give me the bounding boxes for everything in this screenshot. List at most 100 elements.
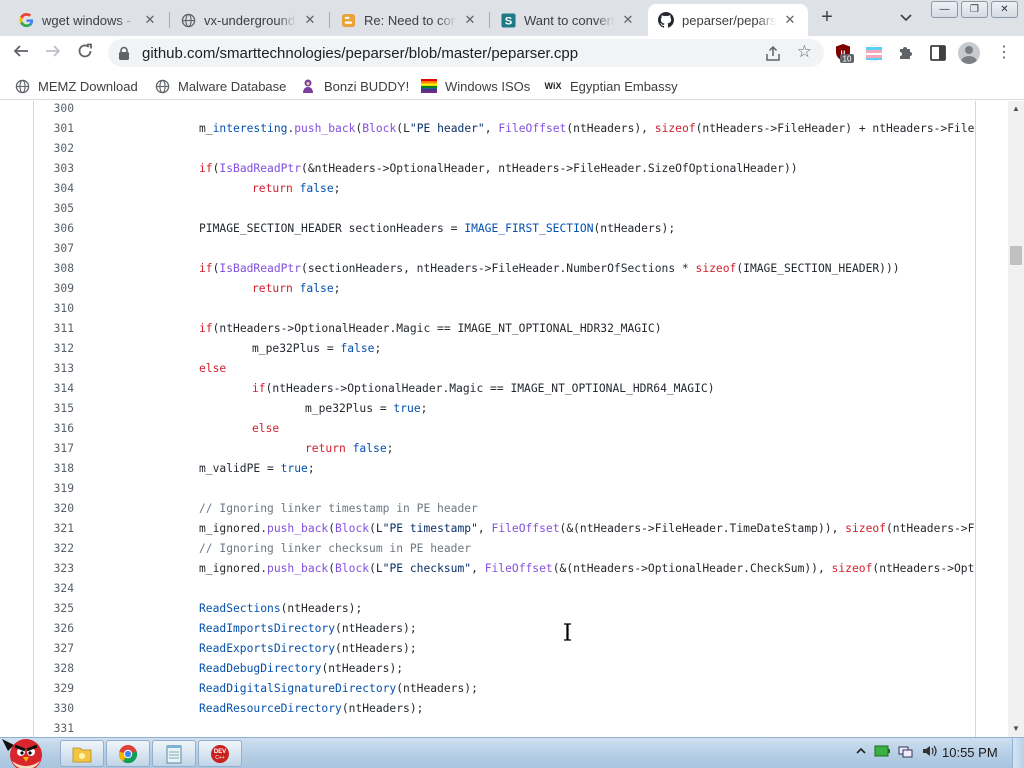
bookmark-egyptian-embassy[interactable]: WiX Egyptian Embassy xyxy=(544,77,678,95)
bookmark-malware-database[interactable]: Malware Database xyxy=(154,77,286,95)
line-number[interactable]: 304 xyxy=(34,179,74,199)
line-number[interactable]: 306 xyxy=(34,219,74,239)
bookmark-label: Egyptian Embassy xyxy=(570,78,678,94)
tab-vx-underground[interactable]: vx-underground ✕ xyxy=(170,4,328,36)
pride-extension-icon[interactable] xyxy=(864,43,884,63)
line-number[interactable]: 313 xyxy=(34,359,74,379)
tab-wget[interactable]: wget windows - ✕ xyxy=(8,4,168,36)
line-number[interactable]: 302 xyxy=(34,139,74,159)
ublock-extension-icon[interactable]: u 10 xyxy=(834,43,854,64)
line-number[interactable]: 323 xyxy=(34,559,74,579)
code-token: else xyxy=(252,422,280,435)
bookmark-windows-isos[interactable]: Windows ISOs xyxy=(421,77,530,95)
line-number[interactable]: 308 xyxy=(34,259,74,279)
scroll-down-arrow-icon[interactable]: ▼ xyxy=(1012,725,1020,733)
line-number[interactable]: 307 xyxy=(34,239,74,259)
tab-peparser[interactable]: peparser/pepars ✕ xyxy=(648,4,808,36)
volume-icon[interactable] xyxy=(922,744,938,758)
line-number[interactable]: 310 xyxy=(34,299,74,319)
new-tab-button[interactable]: + xyxy=(814,7,840,29)
start-button-angry-bird-icon[interactable] xyxy=(0,731,54,768)
line-number[interactable]: 318 xyxy=(34,459,74,479)
code-token: IsBadReadPtr xyxy=(219,162,302,175)
reload-button[interactable] xyxy=(72,40,98,66)
line-number[interactable]: 329 xyxy=(34,679,74,699)
code-token: sizeof xyxy=(654,122,696,135)
puzzle-extensions-icon[interactable] xyxy=(896,43,916,63)
line-number[interactable]: 330 xyxy=(34,699,74,719)
taskbar-explorer-button[interactable] xyxy=(60,740,104,767)
line-number[interactable]: 328 xyxy=(34,659,74,679)
network-icon[interactable] xyxy=(898,744,914,758)
line-number[interactable]: 319 xyxy=(34,479,74,499)
code-token: (ntHeaders); xyxy=(341,702,424,715)
forward-button[interactable] xyxy=(40,40,66,66)
show-desktop-button[interactable] xyxy=(1012,738,1024,768)
battery-icon[interactable] xyxy=(874,744,890,758)
line-number[interactable]: 315 xyxy=(34,399,74,419)
tab-want-to-convert[interactable]: S Want to convert ✕ xyxy=(490,4,646,36)
code-token: ; xyxy=(374,342,382,355)
line-number[interactable]: 324 xyxy=(34,579,74,599)
back-button[interactable] xyxy=(8,40,34,66)
taskbar-clock[interactable]: 10:55 PM xyxy=(942,745,998,760)
side-panel-icon[interactable] xyxy=(928,43,948,63)
close-icon[interactable]: ✕ xyxy=(462,12,478,28)
code-token: (ntHeaders); xyxy=(335,642,417,655)
address-bar[interactable]: github.com/smarttechnologies/peparser/bl… xyxy=(108,39,824,67)
code-line: 300 xyxy=(34,101,975,119)
line-number[interactable]: 325 xyxy=(34,599,74,619)
taskbar-devcpp-button[interactable]: DEV C++ xyxy=(198,740,242,767)
minimize-button[interactable]: — xyxy=(931,1,958,18)
line-number[interactable]: 317 xyxy=(34,439,74,459)
taskbar-chrome-button[interactable] xyxy=(106,740,150,767)
line-number[interactable]: 312 xyxy=(34,339,74,359)
close-icon[interactable]: ✕ xyxy=(302,12,318,28)
line-number[interactable]: 303 xyxy=(34,159,74,179)
line-number[interactable]: 326 xyxy=(34,619,74,639)
scroll-up-arrow-icon[interactable]: ▲ xyxy=(1012,105,1020,113)
code-text: else xyxy=(252,419,279,439)
bookmark-star-icon[interactable]: ☆ xyxy=(797,42,812,62)
close-icon[interactable]: ✕ xyxy=(142,12,158,28)
maximize-button[interactable]: ❐ xyxy=(961,1,988,18)
line-number[interactable]: 301 xyxy=(34,119,74,139)
code-token: ; xyxy=(307,462,315,475)
github-icon xyxy=(658,12,674,28)
line-number[interactable]: 320 xyxy=(34,499,74,519)
tab-search-chevron-icon[interactable] xyxy=(896,8,916,28)
kebab-menu-icon[interactable]: ⋮ xyxy=(996,44,1012,62)
code-token: m_validPE = xyxy=(199,462,281,475)
share-icon[interactable] xyxy=(764,45,782,63)
code-token: ReadExportsDirectory xyxy=(199,642,336,655)
code-text: PIMAGE_SECTION_HEADER sectionHeaders = I… xyxy=(199,219,675,239)
profile-avatar[interactable] xyxy=(958,42,980,64)
scrollbar-thumb[interactable] xyxy=(1010,246,1022,265)
close-icon[interactable]: ✕ xyxy=(782,12,798,28)
line-number[interactable]: 321 xyxy=(34,519,74,539)
taskbar-notepad-button[interactable] xyxy=(152,740,196,767)
rainbow-flag-icon xyxy=(421,78,437,94)
line-number[interactable]: 300 xyxy=(34,101,74,119)
wix-icon: WiX xyxy=(544,81,562,91)
line-number[interactable]: 316 xyxy=(34,419,74,439)
code-token: Block xyxy=(335,522,370,535)
tab-re-need-to-convert[interactable]: Re: Need to con ✕ xyxy=(330,4,488,36)
bookmark-bonzi-buddy[interactable]: Bonzi BUDDY! xyxy=(300,77,409,95)
close-window-button[interactable]: ✕ xyxy=(991,1,1018,18)
bookmark-memz-download[interactable]: MEMZ Download xyxy=(14,77,138,95)
tray-expand-arrow-icon[interactable] xyxy=(856,746,866,756)
chrome-icon xyxy=(118,744,138,763)
line-number[interactable]: 322 xyxy=(34,539,74,559)
code-token: // Ignoring linker checksum in PE header xyxy=(199,542,472,555)
address-url[interactable]: github.com/smarttechnologies/peparser/bl… xyxy=(142,45,578,62)
notepad-icon xyxy=(166,744,182,763)
page-scrollbar[interactable]: ▲ ▼ xyxy=(1008,101,1024,737)
line-number[interactable]: 305 xyxy=(34,199,74,219)
line-number[interactable]: 314 xyxy=(34,379,74,399)
line-number[interactable]: 311 xyxy=(34,319,74,339)
line-number[interactable]: 309 xyxy=(34,279,74,299)
close-icon[interactable]: ✕ xyxy=(620,12,636,28)
line-number[interactable]: 327 xyxy=(34,639,74,659)
